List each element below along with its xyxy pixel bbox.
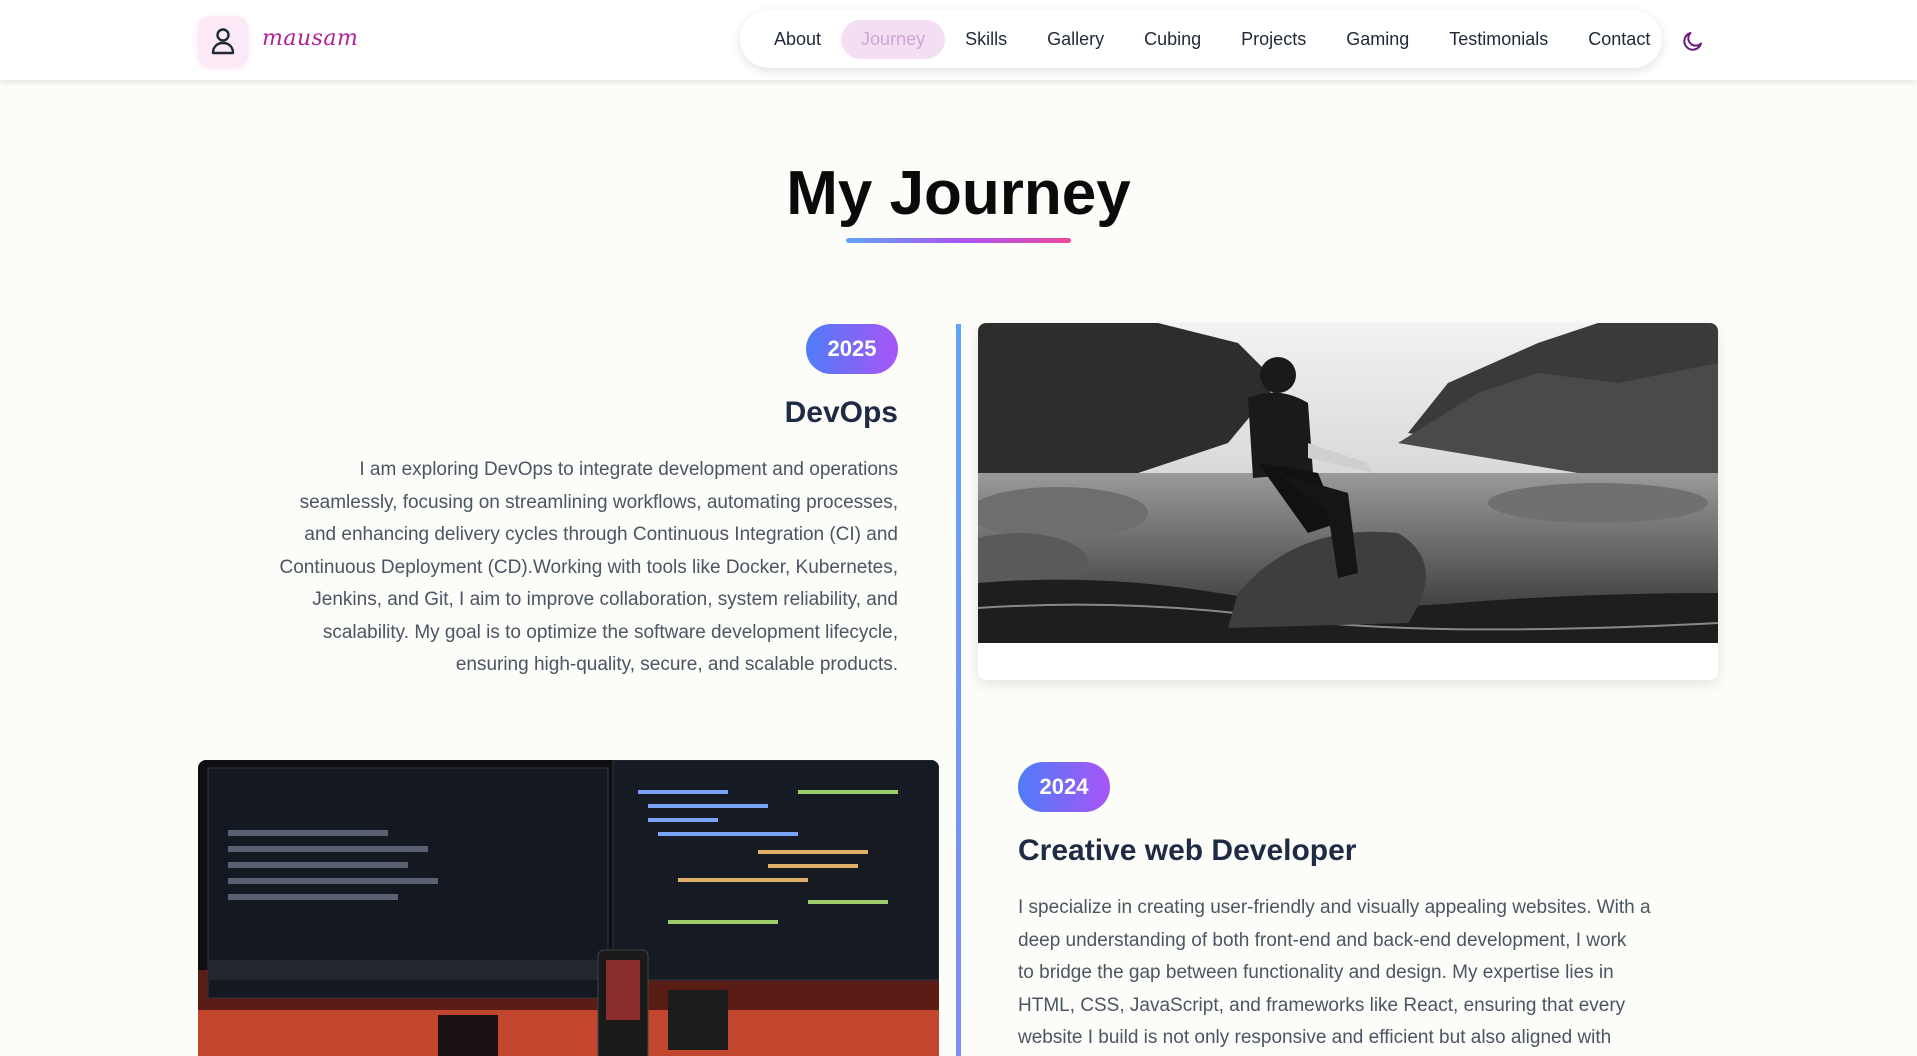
year-badge-2025: 2025 bbox=[806, 324, 898, 374]
entry-title-devops: DevOps bbox=[784, 396, 898, 429]
logo-button[interactable] bbox=[198, 16, 248, 66]
nav-item-contact[interactable]: Contact bbox=[1568, 20, 1670, 59]
page-title: My Journey bbox=[786, 159, 1131, 228]
description-line: Jenkins, and Git, I aim to improve colla… bbox=[312, 589, 898, 610]
nav-item-gallery[interactable]: Gallery bbox=[1027, 20, 1124, 59]
theme-toggle-button[interactable] bbox=[1676, 24, 1710, 58]
nav-item-skills[interactable]: Skills bbox=[945, 20, 1027, 59]
workspace-photo bbox=[198, 760, 939, 1056]
description-line: HTML, CSS, JavaScript, and frameworks li… bbox=[1018, 994, 1626, 1016]
title-underline bbox=[846, 238, 1071, 243]
description-line: deep understanding of both front-end and… bbox=[1018, 929, 1627, 951]
description-line: and enhancing delivery cycles through Co… bbox=[304, 524, 898, 545]
description-line: scalability. My goal is to optimize the … bbox=[322, 621, 898, 643]
moon-icon bbox=[1683, 32, 1702, 51]
description-line: seamlessly, focusing on streamlining wor… bbox=[299, 491, 898, 513]
description-line: Continuous Deployment (CD).Working with … bbox=[279, 556, 898, 578]
nav-item-projects[interactable]: Projects bbox=[1221, 20, 1326, 59]
user-icon bbox=[211, 28, 235, 55]
main-nav: About Journey Skills Gallery Cubing Proj… bbox=[740, 10, 1662, 68]
devops-photo-card bbox=[978, 323, 1718, 680]
nav-item-about[interactable]: About bbox=[754, 20, 841, 59]
site-header: mausam About Journey Skills Gallery Cubi… bbox=[0, 0, 1917, 80]
description-line: I specialize in creating user-friendly a… bbox=[1018, 897, 1651, 918]
nav-item-gaming[interactable]: Gaming bbox=[1326, 20, 1429, 59]
description-line: to bridge the gap between functionality … bbox=[1018, 962, 1614, 983]
entry-description-web-developer: I specialize in creating user-friendly a… bbox=[1018, 892, 1718, 1055]
nav-item-journey[interactable]: Journey bbox=[841, 19, 946, 59]
description-line: website I build is not only responsive a… bbox=[1018, 1027, 1612, 1048]
description-line: ensuring high-quality, secure, and scala… bbox=[455, 654, 898, 675]
entry-description-devops: I am exploring DevOps to integrate devel… bbox=[198, 454, 898, 682]
description-line: I am exploring DevOps to integrate devel… bbox=[359, 459, 898, 480]
nav-item-cubing[interactable]: Cubing bbox=[1124, 20, 1221, 59]
year-badge-2024: 2024 bbox=[1018, 762, 1110, 812]
timeline-line bbox=[956, 324, 961, 1056]
entry-title-web-developer: Creative web Developer bbox=[1018, 834, 1357, 867]
brand-name[interactable]: mausam bbox=[262, 26, 358, 51]
nav-item-testimonials[interactable]: Testimonials bbox=[1429, 20, 1568, 59]
river-photo bbox=[978, 323, 1718, 643]
workspace-photo-art bbox=[198, 760, 939, 1056]
